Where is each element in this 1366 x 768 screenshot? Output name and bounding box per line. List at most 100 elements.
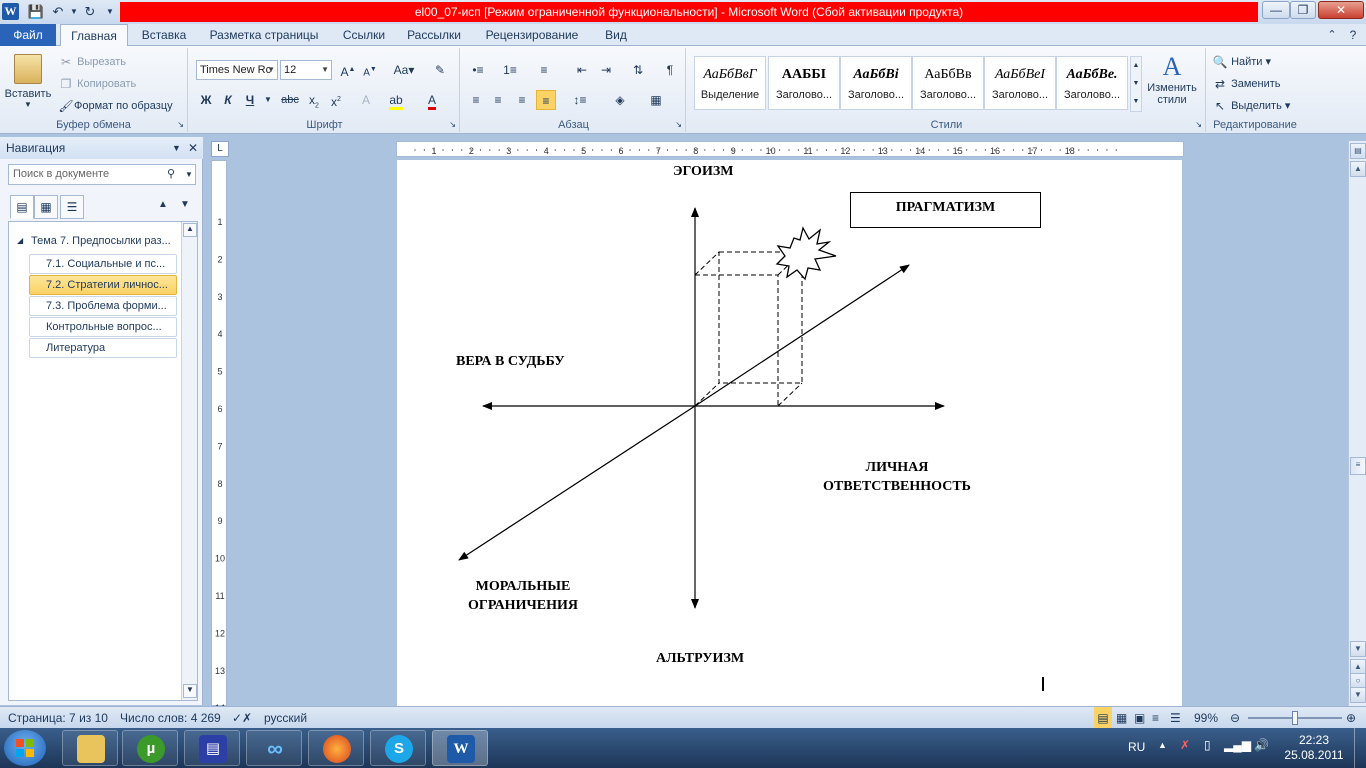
network-warning-icon[interactable]: ✗ xyxy=(1180,738,1190,752)
select-button[interactable]: ↖ Выделить ▾ xyxy=(1212,96,1290,116)
copy-button[interactable]: ❐ Копировать xyxy=(58,74,137,94)
subscript-icon[interactable]: x2 xyxy=(304,90,324,110)
align-right-icon[interactable]: ≡ xyxy=(512,90,532,110)
styles-scroll[interactable]: ▲ ▼ ▼ xyxy=(1130,56,1142,112)
language-indicator[interactable]: русский xyxy=(264,707,307,729)
paste-button[interactable]: Вставить ▼ xyxy=(4,52,52,114)
nav-heading-7-3[interactable]: 7.3. Проблема форми... xyxy=(29,296,177,316)
find-button[interactable]: 🔍 Найти ▾ xyxy=(1212,52,1272,72)
vertical-ruler[interactable]: 1234567891011121314 xyxy=(211,160,227,713)
borders-icon[interactable]: ▦ xyxy=(646,90,666,110)
restore-button[interactable]: ❐ xyxy=(1290,1,1316,19)
style-item[interactable]: АаБбВе. Заголово... xyxy=(1056,56,1128,110)
tab-file[interactable]: Файл xyxy=(0,24,56,46)
tab-insert[interactable]: Вставка xyxy=(134,24,194,46)
volume-icon[interactable]: 🔊 xyxy=(1254,738,1269,752)
help-icon[interactable]: ? xyxy=(1344,24,1362,46)
search-input[interactable]: Поиск в документе ⚲ ▼ xyxy=(8,164,196,185)
highlight-icon[interactable]: ab xyxy=(386,90,406,110)
tab-home[interactable]: Главная xyxy=(60,24,128,47)
outline-icon[interactable]: ≡ xyxy=(1152,707,1159,729)
draft-icon[interactable]: ☰ xyxy=(1170,707,1181,729)
customize-qat-icon[interactable]: ▼ xyxy=(100,2,120,22)
search-icon[interactable]: ⚲ xyxy=(167,165,175,184)
align-left-icon[interactable]: ≡ xyxy=(466,90,486,110)
replace-button[interactable]: ⇄ Заменить xyxy=(1212,74,1281,94)
scroll-thumb[interactable]: ≡ xyxy=(1350,457,1366,475)
style-item[interactable]: ААББІ Заголово... xyxy=(768,56,840,110)
sort-icon[interactable]: ⇅ xyxy=(628,60,648,80)
zoom-slider-thumb[interactable] xyxy=(1292,711,1298,725)
taskbar-save-app[interactable]: ▤ xyxy=(184,730,240,766)
nav-heading-topic7[interactable]: ◢ Тема 7. Предпосылки раз... xyxy=(11,232,177,252)
zoom-level[interactable]: 99% xyxy=(1194,707,1218,729)
clipboard-launcher-icon[interactable]: ↘ xyxy=(177,120,184,129)
save-icon[interactable]: 💾 xyxy=(26,2,46,22)
proofing-icon[interactable]: ✓✗ xyxy=(232,707,252,729)
scroll-down-icon[interactable]: ▼ xyxy=(1350,641,1366,657)
font-launcher-icon[interactable]: ↘ xyxy=(449,120,456,129)
chevron-down-icon[interactable]: ▼ xyxy=(185,165,193,184)
minimize-button[interactable]: — xyxy=(1262,1,1290,19)
tab-mailings[interactable]: Рассылки xyxy=(402,24,466,46)
superscript-icon[interactable]: x2 xyxy=(326,90,346,110)
scroll-down-icon[interactable]: ▼ xyxy=(183,684,197,698)
bullets-icon[interactable]: •≡ xyxy=(468,60,488,80)
show-hidden-icons-icon[interactable]: ▲ xyxy=(1158,740,1167,750)
tab-view[interactable]: Вид xyxy=(598,24,634,46)
taskbar-infinity-app[interactable]: ∞ xyxy=(246,730,302,766)
font-color-icon[interactable]: A xyxy=(422,90,442,110)
style-item[interactable]: АаБбВі Заголово... xyxy=(840,56,912,110)
collapse-icon[interactable]: ◢ xyxy=(17,232,23,250)
text-effects-icon[interactable]: A xyxy=(356,90,376,110)
next-heading-icon[interactable]: ▼ xyxy=(180,199,190,210)
nav-heading-literature[interactable]: Литература xyxy=(29,338,177,358)
document-page[interactable]: ЭГОИЗМ ПРАГМАТИЗМ ВЕРА В СУДЬБУ ЛИЧНАЯ О… xyxy=(397,160,1182,706)
full-screen-reading-icon[interactable]: ▦ xyxy=(1116,707,1127,729)
bold-button[interactable]: Ж xyxy=(196,90,216,110)
nav-heading-questions[interactable]: Контрольные вопрос... xyxy=(29,317,177,337)
taskbar-word[interactable]: W xyxy=(432,730,488,766)
font-name-combo[interactable]: Times New Rc ▼ xyxy=(196,60,278,80)
taskbar-utorrent[interactable]: µ xyxy=(122,730,178,766)
tab-selector[interactable]: L xyxy=(211,141,229,157)
nav-scrollbar[interactable]: ▲ ▼ xyxy=(181,222,197,700)
ruler-toggle-icon[interactable]: ▤ xyxy=(1350,143,1366,159)
language-bar[interactable]: RU xyxy=(1128,740,1145,754)
page-indicator[interactable]: Страница: 7 из 10 xyxy=(8,707,108,729)
cut-button[interactable]: ✂ Вырезать xyxy=(58,52,126,72)
scroll-up-icon[interactable]: ▲ xyxy=(1350,161,1366,177)
close-button[interactable]: ✕ xyxy=(1318,1,1364,19)
shrink-font-icon[interactable]: A▼ xyxy=(360,60,380,80)
close-pane-icon[interactable]: ✕ xyxy=(188,137,198,159)
tab-review[interactable]: Рецензирование xyxy=(478,24,586,46)
paragraph-launcher-icon[interactable]: ↘ xyxy=(675,120,682,129)
signal-icon[interactable]: ▂▄▆ xyxy=(1224,738,1251,752)
nav-heading-7-2[interactable]: 7.2. Стратегии личнос... xyxy=(29,275,177,295)
taskbar-skype[interactable]: S xyxy=(370,730,426,766)
word-count[interactable]: Число слов: 4 269 xyxy=(120,707,221,729)
style-item[interactable]: АаБбВеІ Заголово... xyxy=(984,56,1056,110)
styles-launcher-icon[interactable]: ↘ xyxy=(1195,120,1202,129)
italic-button[interactable]: К xyxy=(218,90,238,110)
font-size-combo[interactable]: 12 ▼ xyxy=(280,60,332,80)
decrease-indent-icon[interactable]: ⇤ xyxy=(572,60,592,80)
battery-icon[interactable]: ▯ xyxy=(1204,738,1211,752)
zoom-in-icon[interactable]: ⊕ xyxy=(1346,707,1356,729)
tab-page-layout[interactable]: Разметка страницы xyxy=(204,24,324,46)
chevron-down-icon[interactable]: ▼ xyxy=(172,137,181,159)
line-spacing-icon[interactable]: ↕≡ xyxy=(570,90,590,110)
print-layout-icon[interactable]: ▤ xyxy=(1094,707,1112,729)
shading-icon[interactable]: ◈ xyxy=(610,90,630,110)
change-case-icon[interactable]: Aa▾ xyxy=(390,60,418,80)
taskbar-explorer[interactable] xyxy=(62,730,118,766)
tab-references[interactable]: Ссылки xyxy=(334,24,394,46)
align-center-icon[interactable]: ≡ xyxy=(488,90,508,110)
taskbar-firefox[interactable] xyxy=(308,730,364,766)
results-view-tab[interactable]: ☰ xyxy=(60,195,84,219)
style-item[interactable]: АаБбВвГ Выделение xyxy=(694,56,766,110)
next-page-icon[interactable]: ▼ xyxy=(1350,687,1366,703)
zoom-out-icon[interactable]: ⊖ xyxy=(1230,707,1240,729)
headings-view-tab[interactable]: ▤ xyxy=(10,195,34,219)
show-desktop-button[interactable] xyxy=(1354,728,1366,768)
